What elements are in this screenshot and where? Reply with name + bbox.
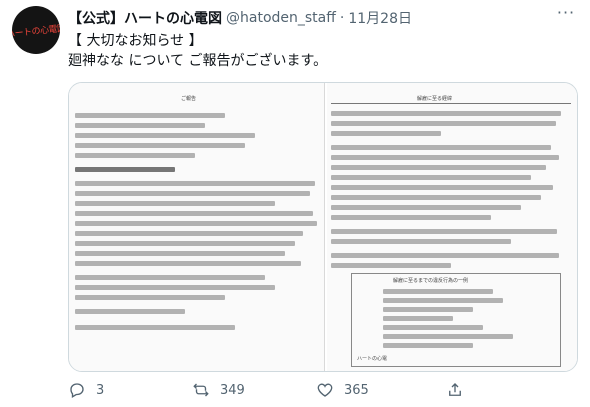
document-page-left: ご報告 [69, 83, 325, 371]
tweet-date[interactable]: 11月28日 [348, 8, 412, 28]
tweet-header: 【公式】ハートの心電図 @hatoden_staff · 11月28日 [68, 8, 560, 28]
heart-icon [317, 383, 333, 397]
tweet[interactable]: ハートの心電図 【公式】ハートの心電図 @hatoden_staff · 11月… [0, 0, 590, 407]
user-handle[interactable]: @hatoden_staff [226, 10, 336, 26]
avatar[interactable]: ハートの心電図 [12, 6, 60, 54]
document-section-title: 解雇に至る経緯 [417, 96, 453, 102]
like-count: 365 [344, 382, 369, 398]
attached-image[interactable]: ご報告 解雇に至る経緯 解雇に至るまでの違反行為の一例 ハートの心電 [68, 82, 578, 372]
tweet-actions: 3 349 365 [68, 378, 570, 402]
reply-count: 3 [96, 382, 105, 398]
reply-icon [70, 383, 84, 398]
document-signature: ハートの心電 [357, 356, 388, 362]
tweet-text: 【 大切なお知らせ 】 廻神なな について ご報告がございます。 [68, 31, 327, 71]
avatar-logo-text: ハートの心電図 [12, 23, 60, 40]
document-title: ご報告 [181, 96, 197, 102]
reply-button[interactable]: 3 [68, 381, 192, 399]
display-name[interactable]: 【公式】ハートの心電図 [68, 8, 222, 28]
separator-dot: · [339, 10, 345, 26]
document-page-right: 解雇に至る経緯 解雇に至るまでの違反行為の一例 ハートの心電 [327, 83, 577, 371]
retweet-button[interactable]: 349 [192, 381, 316, 399]
violation-list-title: 解雇に至るまでの違反行為の一例 [393, 278, 469, 284]
share-button[interactable] [446, 381, 570, 399]
retweet-icon [193, 383, 209, 397]
retweet-count: 349 [220, 382, 245, 398]
tweet-text-line: 廻神なな について ご報告がございます。 [68, 53, 328, 69]
tweet-text-line: 【 大切なお知らせ 】 [68, 33, 203, 49]
share-icon [449, 383, 461, 396]
more-icon[interactable]: ··· [556, 5, 576, 26]
like-button[interactable]: 365 [316, 381, 440, 399]
